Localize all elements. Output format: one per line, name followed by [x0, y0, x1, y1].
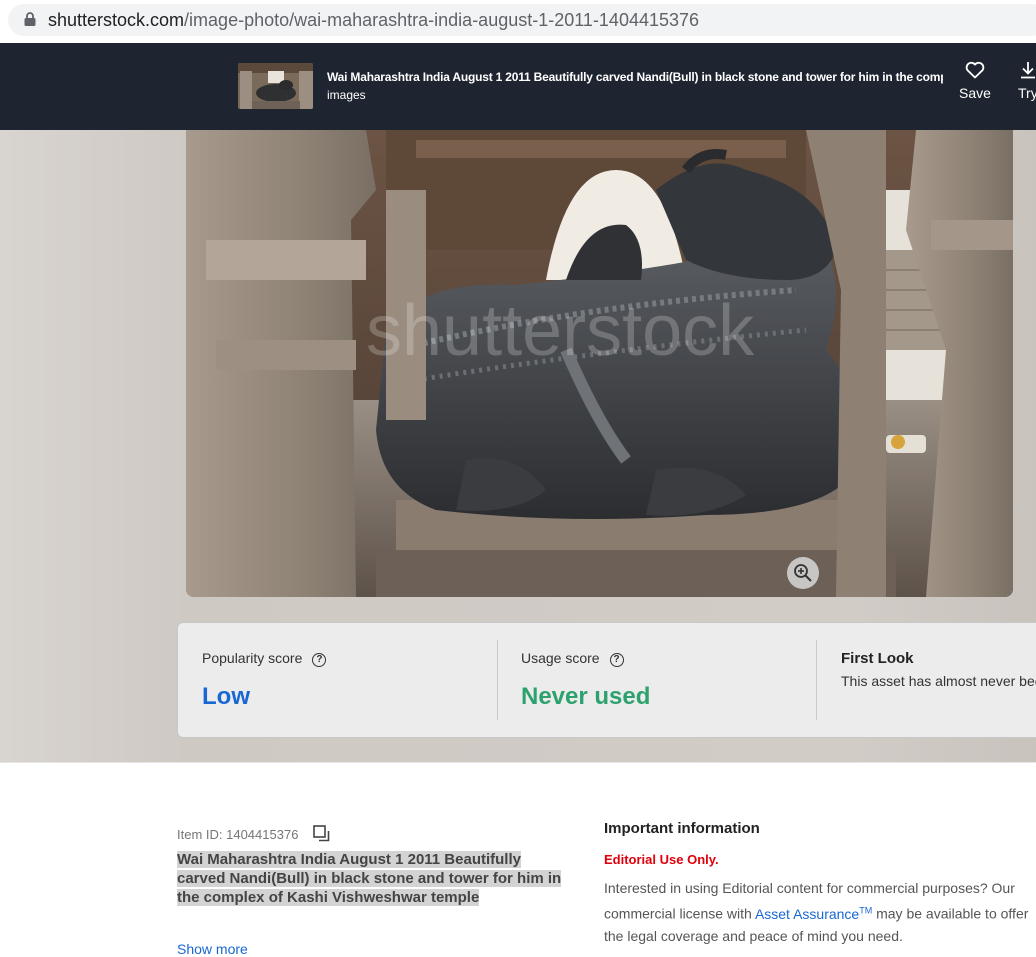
divider — [497, 640, 498, 720]
asset-scores-card: Popularity score? Low Usage score? Never… — [177, 622, 1036, 738]
editorial-use-notice: Editorial Use Only. — [604, 852, 719, 867]
watermark-text: shutterstock — [366, 291, 755, 371]
divider — [816, 640, 817, 720]
sticky-image-header: Wai Maharashtra India August 1 2011 Beau… — [0, 43, 1036, 130]
image-details-section: Item ID: 1404415376 Wai Maharashtra Indi… — [0, 762, 1036, 957]
asset-assurance-link[interactable]: Asset AssuranceTM — [755, 905, 873, 922]
help-icon[interactable]: ? — [312, 653, 327, 667]
first-look: First Look This asset has almost never b… — [841, 623, 1036, 739]
important-info-text: Interested in using Editorial content fo… — [604, 877, 1036, 947]
important-info-title: Important information — [604, 820, 760, 837]
lock-icon[interactable] — [24, 12, 36, 26]
try-button[interactable]: Try — [1018, 61, 1036, 101]
url-text[interactable]: shutterstock.com/image-photo/wai-maharas… — [48, 10, 699, 31]
save-label: Save — [959, 85, 991, 101]
popularity-score-value: Low — [202, 683, 250, 710]
popularity-score: Popularity score? Low — [202, 623, 492, 739]
copy-icon[interactable] — [313, 825, 331, 846]
trademark-mark: TM — [859, 905, 873, 915]
item-id-text: Item ID: 1404415376 — [177, 827, 299, 842]
usage-score-label: Usage score? — [521, 650, 624, 667]
help-icon[interactable]: ? — [609, 653, 624, 667]
image-description: Wai Maharashtra India August 1 2011 Beau… — [177, 850, 572, 907]
try-label: Try — [1018, 85, 1036, 101]
item-id: Item ID: 1404415376 — [177, 825, 331, 846]
browser-address-bar: shutterstock.com/image-photo/wai-maharas… — [0, 0, 1036, 42]
heart-icon — [965, 61, 985, 82]
sticky-image-category[interactable]: images — [327, 88, 366, 102]
sticky-image-title: Wai Maharashtra India August 1 2011 Beau… — [327, 70, 943, 84]
first-look-text: This asset has almost never been — [841, 673, 1036, 689]
usage-score-value: Never used — [521, 683, 651, 710]
image-description-text: Wai Maharashtra India August 1 2011 Beau… — [177, 851, 562, 906]
download-icon — [1018, 62, 1036, 82]
url-path: /image-photo/wai-maharashtra-india-augus… — [184, 10, 700, 30]
popularity-score-label: Popularity score? — [202, 650, 327, 667]
show-more-link[interactable]: Show more — [177, 941, 248, 957]
zoom-in-icon — [794, 564, 812, 582]
url-field[interactable]: shutterstock.com/image-photo/wai-maharas… — [8, 4, 1036, 36]
first-look-title: First Look — [841, 650, 914, 667]
usage-score: Usage score? Never used — [521, 623, 811, 739]
image-thumbnail[interactable] — [238, 63, 313, 109]
save-button[interactable]: Save — [956, 61, 994, 101]
main-photo[interactable]: shutterstock — [186, 130, 1013, 597]
zoom-button[interactable] — [787, 557, 819, 589]
url-domain: shutterstock.com — [48, 10, 185, 30]
